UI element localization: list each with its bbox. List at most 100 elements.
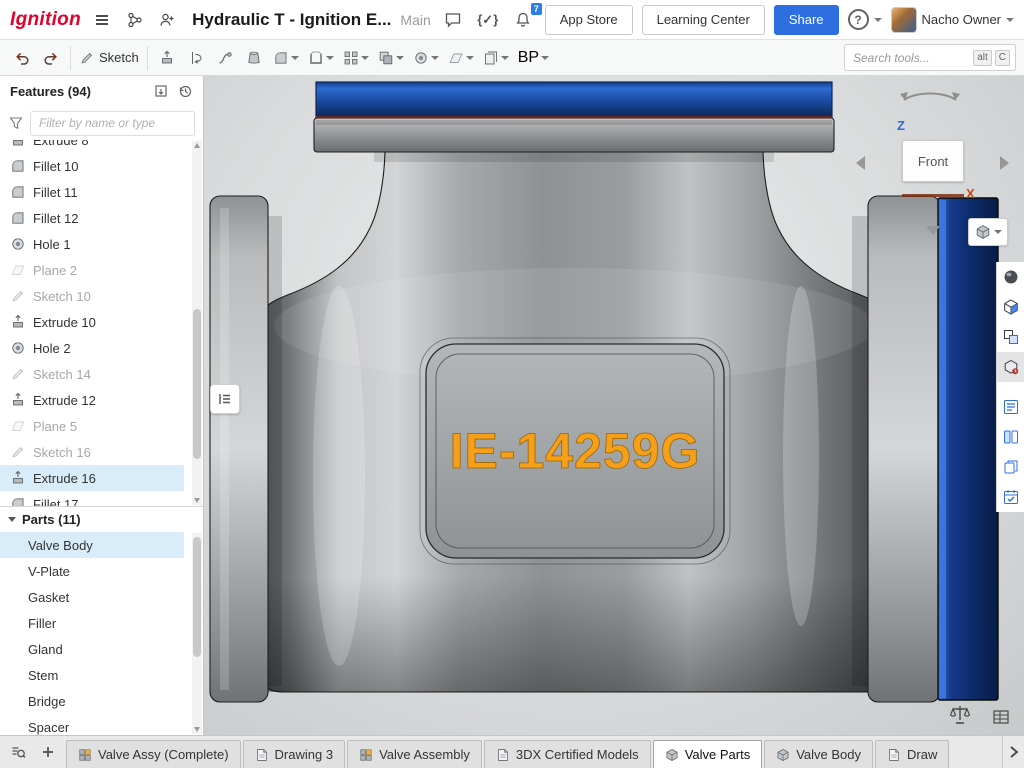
- comments-icon[interactable]: [440, 7, 466, 33]
- hamburger-menu-icon[interactable]: [90, 7, 114, 33]
- feature-row[interactable]: Hole 2: [0, 335, 184, 361]
- configurations-panel-icon[interactable]: [997, 422, 1024, 452]
- fillet-icon: [10, 184, 26, 200]
- notifications-bell-icon[interactable]: 7: [510, 7, 536, 33]
- feature-row[interactable]: Extrude 12: [0, 387, 184, 413]
- feature-row[interactable]: Plane 5: [0, 413, 184, 439]
- tool-sheets-group[interactable]: [479, 44, 513, 72]
- tab-scroll-right-button[interactable]: [1002, 736, 1024, 768]
- part-row[interactable]: Gland: [0, 636, 184, 662]
- versions-cube-icon[interactable]: [997, 352, 1024, 382]
- tool-extrude-button[interactable]: [153, 44, 181, 72]
- feature-row[interactable]: Fillet 17: [0, 491, 184, 506]
- app-logo[interactable]: Ignition: [10, 9, 81, 31]
- feature-list-panel-icon[interactable]: [997, 392, 1024, 422]
- feature-row[interactable]: Sketch 10: [0, 283, 184, 309]
- instances-cubes-icon[interactable]: [997, 322, 1024, 352]
- redo-button[interactable]: [37, 44, 65, 72]
- undo-button[interactable]: [8, 44, 36, 72]
- parts-section-header[interactable]: Parts (11): [0, 506, 203, 532]
- workspace-name[interactable]: Main: [400, 12, 430, 28]
- tool-hole-group[interactable]: [409, 44, 443, 72]
- feature-row[interactable]: Extrude 8: [0, 140, 184, 153]
- tool-loft-button[interactable]: [240, 44, 268, 72]
- scrollbar-thumb[interactable]: [193, 537, 201, 657]
- tab-manager-icon[interactable]: [4, 738, 32, 766]
- history-icon[interactable]: [177, 83, 193, 99]
- sketch-icon: [10, 288, 26, 304]
- part-row[interactable]: Gasket: [0, 584, 184, 610]
- feature-row[interactable]: Sketch 14: [0, 361, 184, 387]
- graphics-viewport[interactable]: IE-14259G Z Front X: [204, 76, 1024, 735]
- rotate-left-arrow[interactable]: [856, 156, 865, 170]
- feature-row[interactable]: Fillet 12: [0, 205, 184, 231]
- view-cube-front[interactable]: Front: [902, 140, 964, 182]
- part-cube-icon[interactable]: [997, 292, 1024, 322]
- insert-here-icon[interactable]: [153, 83, 169, 99]
- tab-drawing-truncated[interactable]: Draw: [875, 740, 949, 768]
- feature-row[interactable]: Fillet 10: [0, 153, 184, 179]
- part-row[interactable]: Stem: [0, 662, 184, 688]
- feature-filter-input[interactable]: [30, 111, 195, 136]
- tool-revolve-button[interactable]: [182, 44, 210, 72]
- view-options-button[interactable]: [968, 218, 1008, 246]
- duplicate-panel-icon[interactable]: [997, 452, 1024, 482]
- share-button[interactable]: Share: [774, 5, 839, 35]
- rotate-down-arrow[interactable]: [926, 226, 940, 235]
- tool-bp-group[interactable]: BP: [514, 44, 553, 72]
- tab-3dx-certified-models[interactable]: 3DX Certified Models: [484, 740, 651, 768]
- filter-funnel-icon[interactable]: [8, 115, 24, 131]
- feature-row-selected[interactable]: Extrude 16: [0, 465, 184, 491]
- feature-row[interactable]: Sketch 16: [0, 439, 184, 465]
- tool-plane-group[interactable]: [444, 44, 478, 72]
- tab-valve-parts[interactable]: Valve Parts: [653, 740, 763, 768]
- measure-grid-icon[interactable]: [992, 708, 1010, 726]
- tool-sweep-button[interactable]: [211, 44, 239, 72]
- scroll-down-icon[interactable]: [194, 498, 200, 503]
- mass-properties-icon[interactable]: [948, 704, 972, 726]
- collaborators-icon[interactable]: [155, 7, 179, 33]
- feature-row[interactable]: Extrude 10: [0, 309, 184, 335]
- document-title[interactable]: Hydraulic T - Ignition E...: [192, 10, 391, 30]
- part-row[interactable]: V-Plate: [0, 558, 184, 584]
- sweep-icon: [217, 50, 233, 66]
- scroll-up-icon[interactable]: [194, 143, 200, 148]
- learning-center-button[interactable]: Learning Center: [642, 5, 765, 35]
- tab-valve-assy-complete[interactable]: Valve Assy (Complete): [66, 740, 241, 768]
- feature-scrollbar[interactable]: [192, 141, 202, 505]
- feature-row[interactable]: Hole 1: [0, 231, 184, 257]
- parts-scrollbar[interactable]: [192, 533, 202, 734]
- release-calendar-icon[interactable]: [997, 482, 1024, 512]
- sketch-button[interactable]: Sketch: [76, 44, 142, 72]
- valve-body-model[interactable]: IE-14259G: [204, 76, 1024, 735]
- tab-valve-assembly[interactable]: Valve Assembly: [347, 740, 482, 768]
- versions-icon[interactable]: [123, 7, 147, 33]
- tool-shell-group[interactable]: [304, 44, 338, 72]
- app-store-button[interactable]: App Store: [545, 5, 633, 35]
- part-row[interactable]: Filler: [0, 610, 184, 636]
- tab-valve-body[interactable]: Valve Body: [764, 740, 873, 768]
- rotate-arc-icon[interactable]: [894, 84, 966, 104]
- part-row[interactable]: Bridge: [0, 688, 184, 714]
- add-tab-button[interactable]: [34, 738, 62, 766]
- tool-fillet-group[interactable]: [269, 44, 303, 72]
- feature-flyout-handle[interactable]: [210, 384, 240, 414]
- rotate-right-arrow[interactable]: [1000, 156, 1009, 170]
- scroll-down-icon[interactable]: [194, 727, 200, 732]
- feature-row[interactable]: Plane 2: [0, 257, 184, 283]
- feature-toolbar: Sketch BP alt C: [0, 40, 1024, 76]
- feature-row[interactable]: Fillet 11: [0, 179, 184, 205]
- x-axis-label: X: [966, 186, 975, 201]
- user-menu[interactable]: Nacho Owner: [891, 7, 1014, 33]
- part-row[interactable]: Spacer: [0, 714, 184, 735]
- featurescript-icon[interactable]: {✓}: [475, 7, 501, 33]
- tab-drawing-3[interactable]: Drawing 3: [243, 740, 346, 768]
- tool-search-input[interactable]: [853, 51, 970, 65]
- z-axis-label: Z: [897, 118, 905, 133]
- scrollbar-thumb[interactable]: [193, 309, 201, 459]
- appearance-sphere-icon[interactable]: [997, 262, 1024, 292]
- tool-boolean-group[interactable]: [374, 44, 408, 72]
- help-menu[interactable]: ?: [848, 9, 882, 30]
- part-row-selected[interactable]: Valve Body: [0, 532, 184, 558]
- tool-pattern-group[interactable]: [339, 44, 373, 72]
